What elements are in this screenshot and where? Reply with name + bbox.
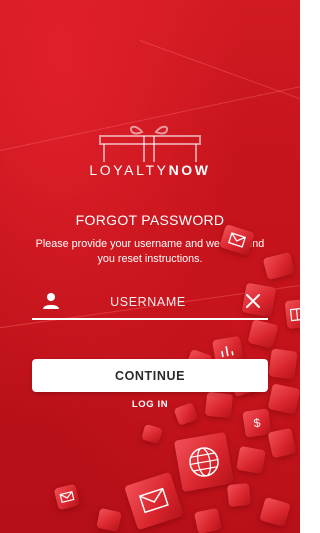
continue-button[interactable]: CONTINUE (32, 359, 268, 392)
floating-email-cube (53, 483, 81, 511)
background-streak (139, 40, 300, 110)
forgot-password-screen: LOYALTYNOW FORGOT PASSWORD Please provid… (0, 0, 300, 533)
floating-cube (236, 445, 266, 475)
floating-email-cube (124, 471, 184, 531)
brand-wordmark-part2: NOW (168, 162, 211, 178)
floating-cube (268, 348, 298, 380)
floating-cube (226, 482, 252, 508)
close-icon[interactable] (246, 294, 260, 308)
globe-icon (189, 447, 219, 477)
floating-cube (141, 423, 163, 445)
floating-cube (267, 383, 300, 415)
floating-dollar-cube: $ (242, 408, 272, 438)
floating-cube (193, 507, 223, 533)
brand-wordmark: LOYALTYNOW (78, 162, 222, 178)
brand-logo: LOYALTYNOW (78, 122, 222, 184)
floating-cube (204, 391, 234, 419)
floating-cube (247, 319, 279, 349)
floating-gift-cube (284, 298, 300, 330)
floating-cube (96, 507, 122, 533)
user-icon (43, 293, 59, 309)
login-link[interactable]: LOG IN (110, 399, 190, 410)
floating-globe-cube (173, 431, 235, 493)
gift-box-icon (99, 125, 201, 162)
username-input[interactable] (68, 292, 228, 312)
brand-wordmark-part1: LOYALTY (89, 162, 169, 178)
floating-cube (259, 496, 291, 528)
floating-cube (262, 251, 296, 281)
svg-text:$: $ (253, 416, 262, 431)
page-title: FORGOT PASSWORD (75, 212, 225, 228)
username-field (32, 284, 268, 320)
floating-cube (267, 427, 297, 459)
